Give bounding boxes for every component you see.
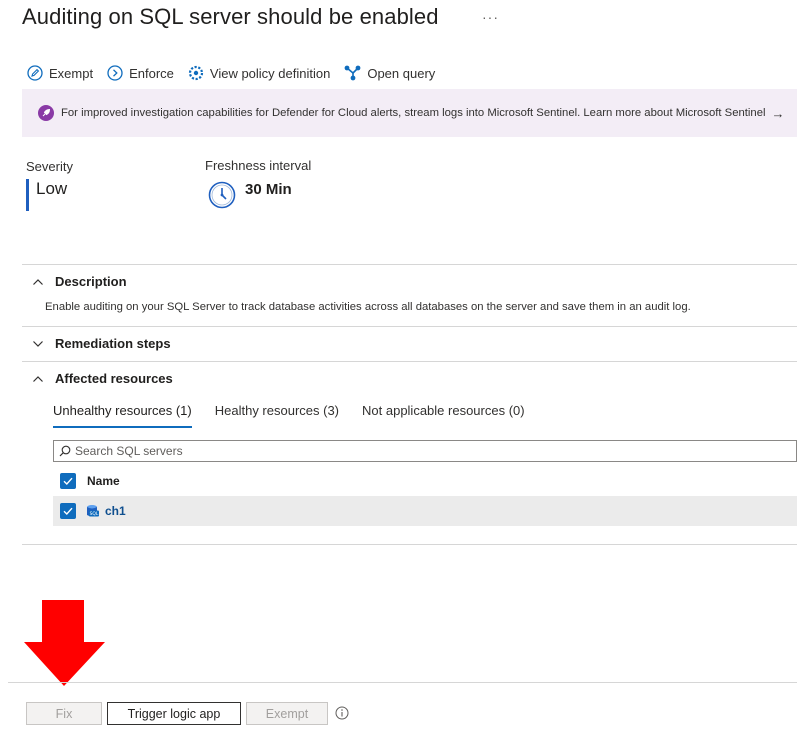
grid-header: Name xyxy=(53,468,797,494)
trigger-logic-app-button[interactable]: Trigger logic app xyxy=(107,702,241,725)
clock-icon xyxy=(208,181,236,209)
search-icon xyxy=(59,445,71,457)
edit-circle-icon xyxy=(27,65,43,81)
sql-server-icon: SQL xyxy=(87,505,99,517)
footer-divider xyxy=(8,682,797,683)
banner-text[interactable]: For improved investigation capabilities … xyxy=(61,107,766,119)
enforce-label: Enforce xyxy=(129,65,174,81)
tab-not-applicable-resources[interactable]: Not applicable resources (0) xyxy=(362,403,525,428)
sentinel-banner: For improved investigation capabilities … xyxy=(22,89,797,137)
resource-tabs: Unhealthy resources (1) Healthy resource… xyxy=(53,403,548,428)
view-policy-definition-button[interactable]: View policy definition xyxy=(188,65,330,81)
freshness-value: 30 Min xyxy=(245,181,292,198)
tab-healthy-resources[interactable]: Healthy resources (3) xyxy=(215,403,339,428)
remediation-title: Remediation steps xyxy=(55,336,171,351)
section-divider xyxy=(22,326,797,327)
description-title: Description xyxy=(55,274,127,289)
toolbar: Exempt Enforce View policy definition Op… xyxy=(27,62,449,84)
info-icon[interactable] xyxy=(335,706,349,720)
open-query-label: Open query xyxy=(367,65,436,81)
check-icon xyxy=(63,507,73,516)
exempt-button[interactable]: Exempt xyxy=(246,702,328,725)
remediation-toggle[interactable]: Remediation steps xyxy=(32,336,171,351)
more-options-icon[interactable]: ··· xyxy=(482,9,499,25)
description-toggle[interactable]: Description xyxy=(32,274,127,289)
chevron-up-icon xyxy=(33,375,43,382)
chevron-down-icon xyxy=(33,340,43,347)
arrow-down-icon xyxy=(24,600,105,686)
section-divider xyxy=(22,544,797,545)
query-graph-icon xyxy=(344,65,361,81)
name-column-header[interactable]: Name xyxy=(87,474,120,488)
chevron-up-icon xyxy=(33,278,43,285)
enforce-button[interactable]: Enforce xyxy=(107,65,174,81)
table-row[interactable]: SQL ch1 xyxy=(53,496,797,526)
severity-bar xyxy=(26,179,29,211)
arrow-right-icon[interactable]: → xyxy=(772,106,785,121)
severity-value: Low xyxy=(36,179,68,198)
freshness-label: Freshness interval xyxy=(205,158,312,173)
section-divider xyxy=(22,264,797,265)
affected-resources-toggle[interactable]: Affected resources xyxy=(32,371,173,386)
exempt-toolbar-label: Exempt xyxy=(49,65,94,81)
rocket-icon xyxy=(38,105,54,121)
check-icon xyxy=(63,477,73,486)
open-query-button[interactable]: Open query xyxy=(344,65,435,81)
select-all-checkbox[interactable] xyxy=(60,473,76,489)
svg-text:SQL: SQL xyxy=(90,511,99,517)
exempt-toolbar-button[interactable]: Exempt xyxy=(27,65,93,81)
search-input[interactable] xyxy=(75,444,775,458)
policy-gear-icon xyxy=(188,65,203,81)
description-text: Enable auditing on your SQL Server to tr… xyxy=(45,301,691,313)
fix-button[interactable]: Fix xyxy=(26,702,102,725)
view-policy-label: View policy definition xyxy=(209,65,331,81)
search-box xyxy=(53,440,797,462)
chevron-circle-icon xyxy=(107,65,123,81)
tab-unhealthy-resources[interactable]: Unhealthy resources (1) xyxy=(53,403,192,428)
resource-name-link[interactable]: ch1 xyxy=(105,504,126,518)
severity-label: Severity xyxy=(26,159,73,174)
section-divider xyxy=(22,361,797,362)
affected-resources-title: Affected resources xyxy=(55,371,173,386)
page-title: Auditing on SQL server should be enabled xyxy=(22,4,439,29)
row-checkbox[interactable] xyxy=(60,503,76,519)
